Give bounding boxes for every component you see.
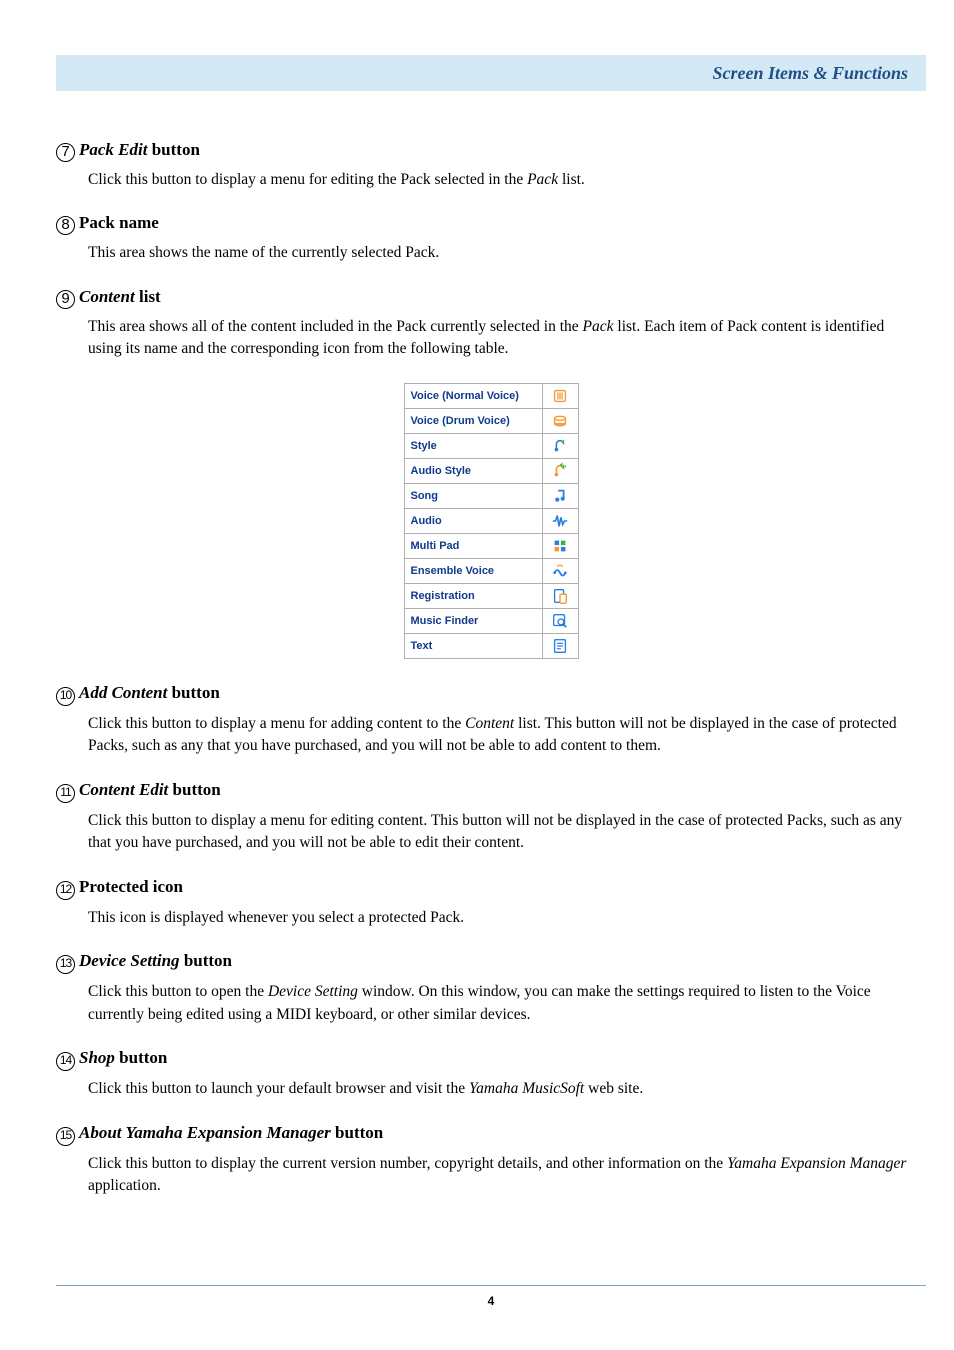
audio-icon xyxy=(542,508,578,533)
icon-table-row: Audio xyxy=(404,508,578,533)
icon-table-label: Song xyxy=(404,483,542,508)
icon-table-row: Audio Style xyxy=(404,458,578,483)
item-number-badge: 9 xyxy=(56,290,75,309)
icon-table-row: Song xyxy=(404,483,578,508)
icon-table-row: Voice (Normal Voice) xyxy=(404,383,578,408)
item-heading: Protected icon xyxy=(79,877,183,897)
icon-table-label: Audio xyxy=(404,508,542,533)
icon-table-label: Audio Style xyxy=(404,458,542,483)
item-description: Click this button to display a menu for … xyxy=(88,810,916,855)
item-number-badge: 10 xyxy=(56,687,75,706)
item-description: Click this button to display the current… xyxy=(88,1153,916,1198)
item-heading: Pack Edit button xyxy=(79,140,200,160)
icon-table-row: Multi Pad xyxy=(404,533,578,558)
item-heading: Pack name xyxy=(79,213,159,233)
normal-voice-icon xyxy=(542,383,578,408)
item-description: Click this button to display a menu for … xyxy=(88,713,916,758)
item-heading: Content Edit button xyxy=(79,780,221,800)
icon-table-label: Ensemble Voice xyxy=(404,558,542,583)
section-header: Screen Items & Functions xyxy=(56,55,926,91)
drum-voice-icon xyxy=(542,408,578,433)
item-number-badge: 11 xyxy=(56,784,75,803)
item-heading: Shop button xyxy=(79,1048,167,1068)
item-description: This icon is displayed whenever you sele… xyxy=(88,907,916,929)
song-icon xyxy=(542,483,578,508)
item-number-badge: 8 xyxy=(56,216,75,235)
style-icon xyxy=(542,433,578,458)
icon-table-label: Text xyxy=(404,633,542,658)
icon-table-label: Voice (Drum Voice) xyxy=(404,408,542,433)
item-number-badge: 13 xyxy=(56,955,75,974)
item-description: Click this button to launch your default… xyxy=(88,1078,916,1100)
footer-rule xyxy=(56,1285,926,1286)
item-heading: About Yamaha Expansion Manager button xyxy=(79,1123,383,1143)
section-header-title: Screen Items & Functions xyxy=(712,63,908,84)
icon-table-label: Music Finder xyxy=(404,608,542,633)
registration-icon xyxy=(542,583,578,608)
item-number-badge: 14 xyxy=(56,1052,75,1071)
item-heading: Content list xyxy=(79,287,161,307)
icon-table-row: Registration xyxy=(404,583,578,608)
audio-style-icon xyxy=(542,458,578,483)
item-number-badge: 15 xyxy=(56,1127,75,1146)
icon-table-label: Style xyxy=(404,433,542,458)
page-content: 7Pack Edit button Click this button to di… xyxy=(56,140,926,1220)
item-heading: Device Setting button xyxy=(79,951,232,971)
icon-table-row: Music Finder xyxy=(404,608,578,633)
icon-table-label: Voice (Normal Voice) xyxy=(404,383,542,408)
ensemble-voice-icon xyxy=(542,558,578,583)
music-finder-icon xyxy=(542,608,578,633)
content-icon-table: Voice (Normal Voice)Voice (Drum Voice)St… xyxy=(404,383,579,659)
item-heading: Add Content button xyxy=(79,683,220,703)
page-footer: 4 xyxy=(56,1285,926,1310)
page-number: 4 xyxy=(488,1294,495,1308)
item-number-badge: 12 xyxy=(56,881,75,900)
item-description: This area shows the name of the currentl… xyxy=(88,242,916,264)
item-description: This area shows all of the content inclu… xyxy=(88,316,916,361)
icon-table-row: Ensemble Voice xyxy=(404,558,578,583)
icon-table-row: Voice (Drum Voice) xyxy=(404,408,578,433)
text-icon xyxy=(542,633,578,658)
item-description: Click this button to open the Device Set… xyxy=(88,981,916,1026)
icon-table-row: Style xyxy=(404,433,578,458)
item-number-badge: 7 xyxy=(56,143,75,162)
icon-table-label: Registration xyxy=(404,583,542,608)
item-description: Click this button to display a menu for … xyxy=(88,169,916,191)
icon-table-row: Text xyxy=(404,633,578,658)
icon-table-label: Multi Pad xyxy=(404,533,542,558)
multi-pad-icon xyxy=(542,533,578,558)
